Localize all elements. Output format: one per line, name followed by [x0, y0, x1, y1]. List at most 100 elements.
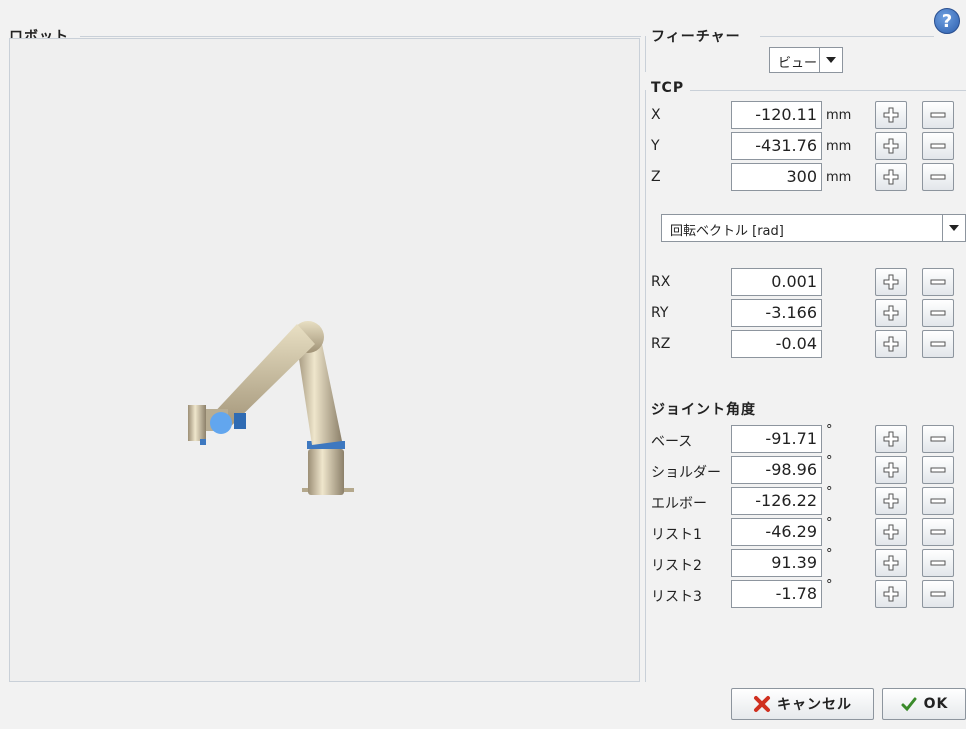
- tcp-decrement-button[interactable]: [922, 101, 954, 129]
- joint-label: リスト1: [651, 527, 702, 543]
- tcp-increment-button[interactable]: [875, 101, 907, 129]
- joint-unit: °: [826, 516, 833, 531]
- minus-icon: [930, 431, 946, 447]
- features-top-line: [760, 36, 934, 37]
- joints-title: ジョイント角度: [651, 402, 756, 418]
- tcp-top-line: [690, 90, 966, 91]
- chevron-down-icon: [942, 215, 965, 241]
- joint-unit: °: [826, 485, 833, 500]
- tcp-increment-button[interactable]: [875, 132, 907, 160]
- minus-icon: [930, 555, 946, 571]
- plus-icon: [883, 524, 899, 540]
- feature-view-select[interactable]: ビュー: [769, 47, 843, 73]
- minus-icon: [930, 305, 946, 321]
- robot-panel-top-line: [80, 36, 641, 37]
- minus-icon: [930, 169, 946, 185]
- tcp-left-line: [645, 90, 646, 682]
- tcp-label: X: [651, 107, 661, 123]
- rotation-increment-button[interactable]: [875, 268, 907, 296]
- joint-value-field[interactable]: -98.96: [731, 456, 822, 484]
- joint-decrement-button[interactable]: [922, 518, 954, 546]
- cancel-button[interactable]: キャンセル: [731, 688, 874, 720]
- rotation-increment-button[interactable]: [875, 330, 907, 358]
- minus-icon: [930, 586, 946, 602]
- close-icon: [754, 696, 770, 712]
- joint-label: リスト2: [651, 558, 702, 574]
- feature-view-value: ビュー: [778, 56, 818, 71]
- check-icon: [901, 697, 917, 712]
- rotation-increment-button[interactable]: [875, 299, 907, 327]
- joint-decrement-button[interactable]: [922, 580, 954, 608]
- joint-value-field[interactable]: -126.22: [731, 487, 822, 515]
- tcp-decrement-button[interactable]: [922, 163, 954, 191]
- robot-arm-model: [188, 321, 354, 495]
- joint-decrement-button[interactable]: [922, 456, 954, 484]
- ok-button[interactable]: OK: [882, 688, 966, 720]
- rotation-value-field[interactable]: -3.166: [731, 299, 822, 327]
- joint-increment-button[interactable]: [875, 487, 907, 515]
- tcp-increment-button[interactable]: [875, 163, 907, 191]
- tcp-unit: mm: [826, 108, 852, 123]
- joint-label: エルボー: [651, 496, 707, 512]
- tcp-unit: mm: [826, 139, 852, 154]
- help-icon[interactable]: ?: [934, 8, 960, 34]
- joint-value-field[interactable]: -91.71: [731, 425, 822, 453]
- joint-increment-button[interactable]: [875, 425, 907, 453]
- joint-unit: °: [826, 578, 833, 593]
- cancel-label: キャンセル: [777, 697, 852, 713]
- joint-value-field[interactable]: -1.78: [731, 580, 822, 608]
- joint-increment-button[interactable]: [875, 518, 907, 546]
- joint-increment-button[interactable]: [875, 456, 907, 484]
- tcp-title: TCP: [648, 80, 688, 96]
- features-title: フィーチャー: [648, 26, 744, 46]
- tcp-label: Y: [651, 138, 660, 154]
- joint-increment-button[interactable]: [875, 580, 907, 608]
- joint-decrement-button[interactable]: [922, 487, 954, 515]
- minus-icon: [930, 524, 946, 540]
- plus-icon: [883, 493, 899, 509]
- rotation-label: RX: [651, 274, 671, 290]
- plus-icon: [883, 336, 899, 352]
- tcp-value-field[interactable]: 300: [731, 163, 822, 191]
- minus-icon: [930, 336, 946, 352]
- plus-icon: [883, 169, 899, 185]
- rotation-decrement-button[interactable]: [922, 268, 954, 296]
- ok-label: OK: [923, 696, 949, 712]
- minus-icon: [930, 462, 946, 478]
- tcp-value-field[interactable]: -120.11: [731, 101, 822, 129]
- rotation-value-field[interactable]: -0.04: [731, 330, 822, 358]
- features-left-line: [645, 36, 646, 72]
- rotation-type-value: 回転ベクトル [rad]: [670, 224, 784, 239]
- joint-decrement-button[interactable]: [922, 549, 954, 577]
- rotation-decrement-button[interactable]: [922, 299, 954, 327]
- joint-value-field[interactable]: 91.39: [731, 549, 822, 577]
- rotation-decrement-button[interactable]: [922, 330, 954, 358]
- robot-3d-viewport[interactable]: [9, 38, 640, 682]
- plus-icon: [883, 274, 899, 290]
- plus-icon: [883, 462, 899, 478]
- joint-increment-button[interactable]: [875, 549, 907, 577]
- minus-icon: [930, 493, 946, 509]
- tcp-label: Z: [651, 169, 661, 185]
- joint-unit: °: [826, 547, 833, 562]
- tcp-unit: mm: [826, 170, 852, 185]
- plus-icon: [883, 107, 899, 123]
- minus-icon: [930, 138, 946, 154]
- plus-icon: [883, 138, 899, 154]
- joint-unit: °: [826, 454, 833, 469]
- chevron-down-icon: [819, 48, 842, 72]
- rotation-type-select[interactable]: 回転ベクトル [rad]: [661, 214, 966, 242]
- plus-icon: [883, 305, 899, 321]
- tcp-value-field[interactable]: -431.76: [731, 132, 822, 160]
- rotation-label: RY: [651, 305, 669, 321]
- joint-value-field[interactable]: -46.29: [731, 518, 822, 546]
- minus-icon: [930, 274, 946, 290]
- joint-unit: °: [826, 423, 833, 438]
- joint-label: ショルダー: [651, 465, 721, 481]
- joint-decrement-button[interactable]: [922, 425, 954, 453]
- rotation-value-field[interactable]: 0.001: [731, 268, 822, 296]
- plus-icon: [883, 431, 899, 447]
- tcp-decrement-button[interactable]: [922, 132, 954, 160]
- plus-icon: [883, 555, 899, 571]
- plus-icon: [883, 586, 899, 602]
